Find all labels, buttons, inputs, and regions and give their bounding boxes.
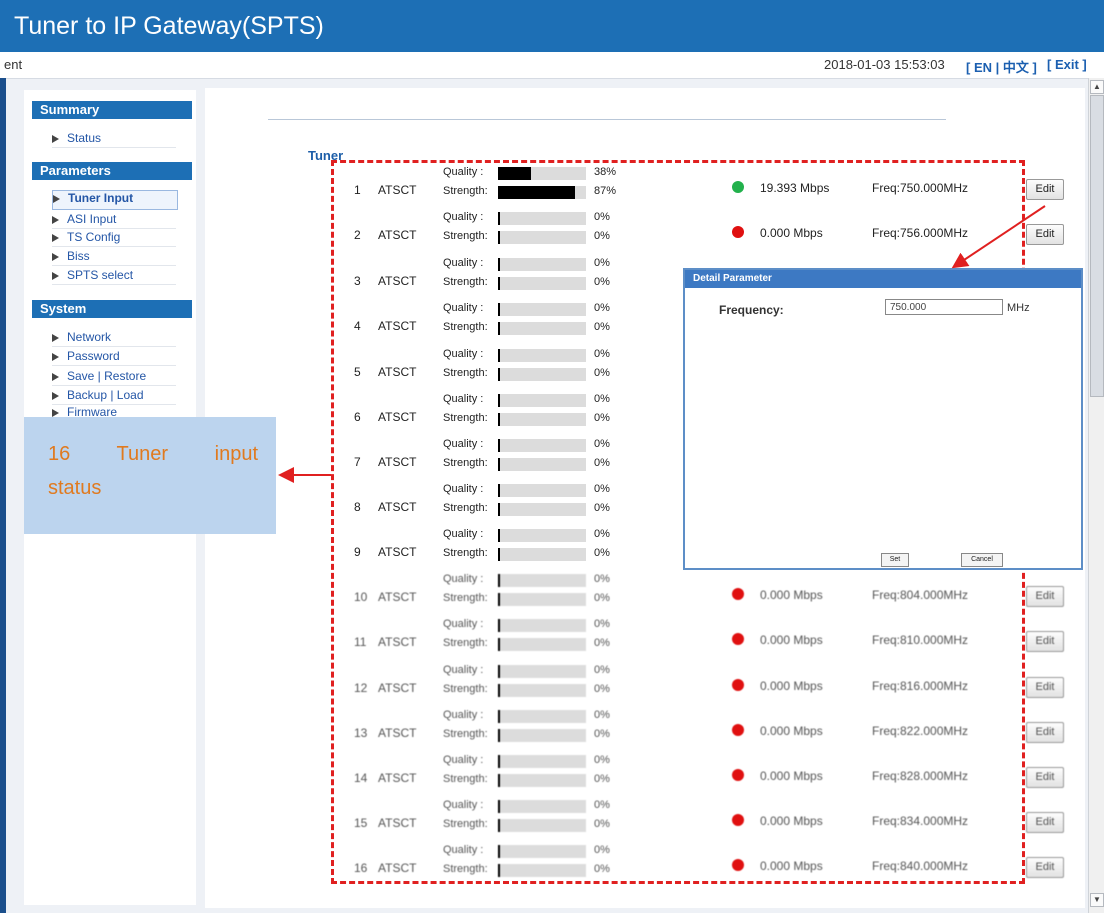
callout-text: 16 Tuner input status	[48, 443, 258, 499]
sidebar-item-network[interactable]: Network	[52, 330, 176, 347]
edit-button[interactable]: Edit	[1026, 857, 1064, 878]
dialog-title: Detail Parameter	[685, 270, 1081, 288]
scrollbar-thumb[interactable]	[1090, 95, 1104, 397]
sidebar-section-summary: Summary	[32, 101, 192, 119]
infobar-left-text: ent	[4, 57, 23, 72]
sidebar-item-spts-select[interactable]: SPTS select	[52, 268, 176, 285]
triangle-right-icon	[53, 194, 60, 203]
sidebar-item-password[interactable]: Password	[52, 349, 176, 366]
datetime-display: 2018-01-03 15:53:03	[824, 57, 945, 72]
sidebar-item-ts-config[interactable]: TS Config	[52, 230, 176, 247]
sidebar-section-system: System	[32, 300, 192, 318]
triangle-right-icon	[52, 271, 59, 280]
triangle-right-icon	[52, 372, 59, 381]
edit-button[interactable]: Edit	[1026, 767, 1064, 788]
frequency-unit: MHz	[1007, 302, 1030, 314]
app-title: Tuner to IP Gateway(SPTS)	[14, 12, 324, 40]
exit-link[interactable]: [ Exit ]	[1047, 57, 1087, 72]
sidebar-section-parameters: Parameters	[32, 162, 192, 180]
cancel-button[interactable]: Cancel	[961, 553, 1003, 567]
triangle-right-icon	[52, 391, 59, 400]
app-header: Tuner to IP Gateway(SPTS)	[0, 0, 1104, 52]
frequency-input[interactable]	[885, 299, 1003, 315]
edit-button[interactable]: Edit	[1026, 677, 1064, 698]
annotation-callout: 16 Tuner input status	[24, 417, 276, 534]
frequency-label: Frequency:	[719, 303, 784, 317]
window-left-border	[0, 78, 6, 913]
edit-button[interactable]: Edit	[1026, 224, 1064, 245]
sidebar-item-save-restore[interactable]: Save | Restore	[52, 369, 176, 386]
triangle-right-icon	[52, 252, 59, 261]
edit-button[interactable]: Edit	[1026, 179, 1064, 200]
sidebar-item-tuner-input[interactable]: Tuner Input	[52, 190, 178, 210]
triangle-right-icon	[52, 333, 59, 342]
sidebar-item-backup-load[interactable]: Backup | Load	[52, 388, 176, 405]
detail-parameter-dialog: Detail Parameter Frequency: MHz Set Canc…	[683, 268, 1083, 570]
scroll-up-icon[interactable]: ▲	[1090, 80, 1104, 94]
language-switch[interactable]: [ EN | 中文 ]	[966, 57, 1037, 76]
edit-button[interactable]: Edit	[1026, 722, 1064, 743]
triangle-right-icon	[52, 215, 59, 224]
sidebar-item-biss[interactable]: Biss	[52, 249, 176, 266]
sidebar-item-asi-input[interactable]: ASI Input	[52, 212, 176, 229]
triangle-right-icon	[52, 134, 59, 143]
divider	[268, 119, 946, 120]
set-button[interactable]: Set	[881, 553, 909, 567]
triangle-right-icon	[52, 408, 59, 417]
scroll-down-icon[interactable]: ▼	[1090, 893, 1104, 907]
edit-button[interactable]: Edit	[1026, 631, 1064, 652]
edit-button[interactable]: Edit	[1026, 812, 1064, 833]
edit-button[interactable]: Edit	[1026, 586, 1064, 607]
sidebar-item-status[interactable]: Status	[52, 131, 176, 148]
triangle-right-icon	[52, 233, 59, 242]
info-bar: ent 2018-01-03 15:53:03 [ EN | 中文 ] [ Ex…	[0, 52, 1104, 79]
triangle-right-icon	[52, 352, 59, 361]
